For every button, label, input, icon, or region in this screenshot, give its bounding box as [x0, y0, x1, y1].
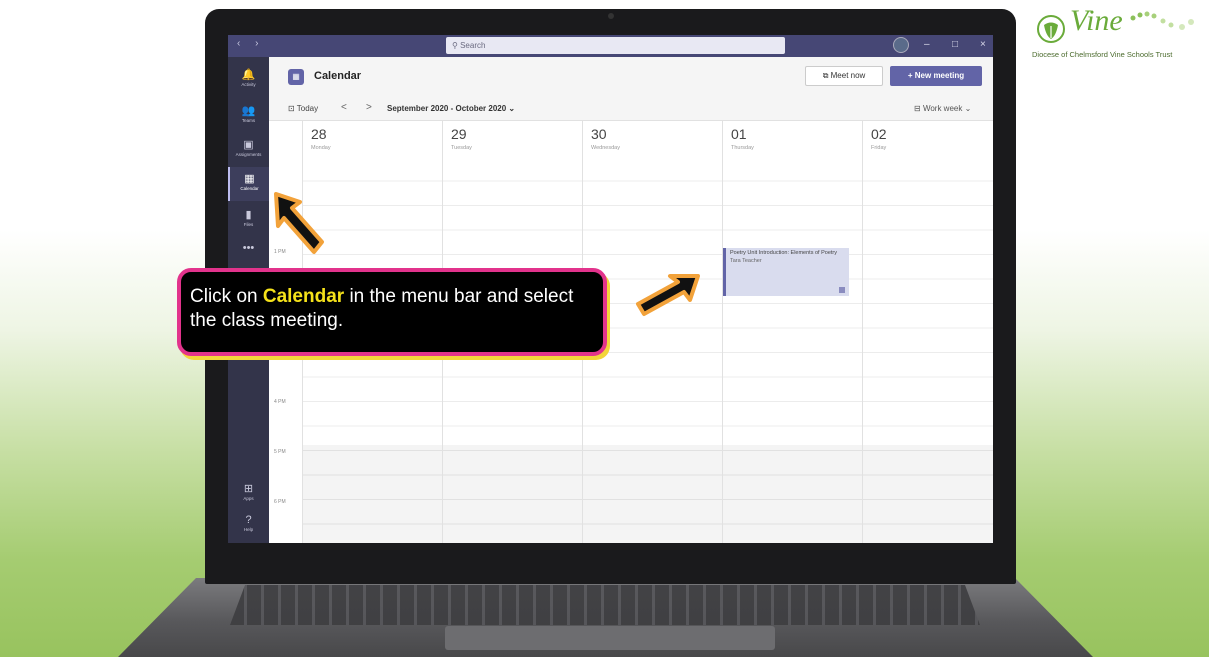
day-header[interactable]: 30 Wednesday: [582, 121, 722, 157]
close-button[interactable]: ×: [980, 39, 986, 50]
time-label: 6 PM: [274, 499, 286, 505]
rail-item-teams[interactable]: 👥 Teams: [228, 99, 269, 133]
callout-text: Click on Calendar in the menu bar and se…: [190, 285, 600, 333]
new-meeting-button[interactable]: + New meeting: [890, 66, 982, 86]
rail-item-help[interactable]: ? Help: [228, 509, 269, 543]
rail-label: Assignments: [235, 152, 262, 157]
chevron-down-icon: ⌄: [506, 104, 516, 113]
instruction-callout: Click on Calendar in the menu bar and se…: [177, 268, 607, 356]
rail-item-activity[interactable]: 🔔 Activity: [228, 63, 269, 97]
rail-label: Files: [243, 222, 254, 227]
callout-prefix: Click on: [190, 286, 263, 307]
apps-icon: ⊞: [243, 483, 254, 495]
day-number: 02: [871, 126, 887, 142]
files-icon: ▮: [245, 209, 252, 221]
date-range-dropdown[interactable]: September 2020 - October 2020 ⌄: [387, 104, 515, 113]
today-icon: ⊡: [288, 104, 297, 113]
today-button[interactable]: ⊡ Today: [288, 104, 318, 113]
search-placeholder: Search: [460, 41, 486, 50]
day-name: Monday: [311, 145, 331, 151]
help-icon: ?: [245, 514, 252, 526]
vine-logo: Vine Diocese of Chelmsford Vine Schools …: [1032, 4, 1202, 62]
rail-label: Activity: [241, 82, 256, 87]
day-number: 29: [451, 126, 467, 142]
history-nav[interactable]: ‹ ›: [237, 38, 264, 49]
more-icon: •••: [242, 242, 255, 254]
view-icon: ⊟: [914, 104, 923, 113]
chevron-down-icon: ⌄: [962, 104, 972, 113]
time-label: 4 PM: [274, 399, 286, 405]
arrow-pointer-icon: [636, 274, 700, 316]
rail-label: Teams: [241, 118, 256, 123]
search-icon: ⚲: [452, 41, 461, 50]
day-name: Thursday: [731, 145, 754, 151]
time-label: 5 PM: [274, 449, 286, 455]
meet-now-label: Meet now: [830, 71, 866, 80]
maximize-button[interactable]: □: [952, 39, 958, 50]
vine-leaf-icon: [1037, 15, 1065, 43]
teams-icon: 👥: [241, 105, 256, 117]
rail-item-assignments[interactable]: ▣ Assignments: [228, 133, 269, 167]
webcam: [608, 13, 614, 19]
view-selector[interactable]: ⊟ Work week ⌄: [914, 104, 971, 113]
prev-week-button[interactable]: <: [341, 102, 347, 113]
bell-icon: 🔔: [241, 69, 256, 81]
day-number: 30: [591, 126, 607, 142]
calendar-icon: ▦: [244, 173, 255, 185]
meet-now-button[interactable]: ⧉ Meet now: [805, 66, 883, 86]
rail-item-apps[interactable]: ⊞ Apps: [228, 477, 269, 511]
next-week-button[interactable]: >: [366, 102, 372, 113]
page-title: Calendar: [314, 70, 362, 82]
rail-item-calendar[interactable]: ▦ Calendar: [228, 167, 269, 201]
search-input[interactable]: ⚲ Search: [446, 37, 785, 54]
day-number: 28: [311, 126, 327, 142]
rail-item-files[interactable]: ▮ Files: [228, 203, 269, 237]
logo-grapes-icon: [1130, 11, 1194, 30]
after-hours-shade: [302, 445, 993, 543]
rail-item-more[interactable]: •••: [228, 237, 269, 271]
event-title: Poetry Unit Introduction: Elements of Po…: [730, 250, 837, 256]
calendar-header: ▦ Calendar ⧉ Meet now + New meeting: [269, 57, 993, 97]
user-avatar[interactable]: [893, 37, 909, 53]
column-divider: [862, 157, 863, 543]
column-divider: [722, 157, 723, 543]
day-name: Wednesday: [591, 145, 620, 151]
day-header[interactable]: 28 Monday: [302, 121, 442, 157]
calendar-app-icon: ▦: [288, 69, 304, 85]
minimize-button[interactable]: –: [924, 39, 930, 50]
date-range-label: September 2020 - October 2020: [387, 104, 507, 113]
arrow-pointer-icon: [274, 192, 324, 254]
laptop-trackpad: [445, 626, 775, 650]
rail-label: Apps: [243, 496, 254, 501]
day-name: Friday: [871, 145, 887, 151]
callout-highlight: Calendar: [262, 286, 345, 307]
day-header[interactable]: 02 Friday: [862, 121, 993, 157]
title-bar: ‹ › ⚲ Search – □ ×: [228, 35, 993, 57]
day-header[interactable]: 29 Tuesday: [442, 121, 582, 157]
view-label: Work week: [922, 104, 963, 113]
day-name: Tuesday: [451, 145, 472, 151]
day-header[interactable]: 01 Thursday: [722, 121, 862, 157]
logo-tagline: Diocese of Chelmsford Vine Schools Trust: [1032, 50, 1173, 59]
today-label: Today: [296, 104, 319, 113]
logo-word: Vine: [1070, 4, 1123, 37]
rail-label: Calendar: [240, 186, 259, 191]
video-icon: ⧉: [822, 71, 831, 80]
day-number: 01: [731, 126, 747, 142]
assignments-icon: ▣: [243, 139, 254, 151]
teams-meeting-icon: [839, 287, 845, 293]
calendar-toolbar: ⊡ Today < > September 2020 - October 202…: [269, 97, 993, 121]
laptop-keyboard: [230, 585, 980, 625]
event-organizer: Tara Teacher: [730, 258, 762, 265]
rail-label: Help: [243, 527, 254, 532]
calendar-event[interactable]: Poetry Unit Introduction: Elements of Po…: [723, 248, 849, 296]
